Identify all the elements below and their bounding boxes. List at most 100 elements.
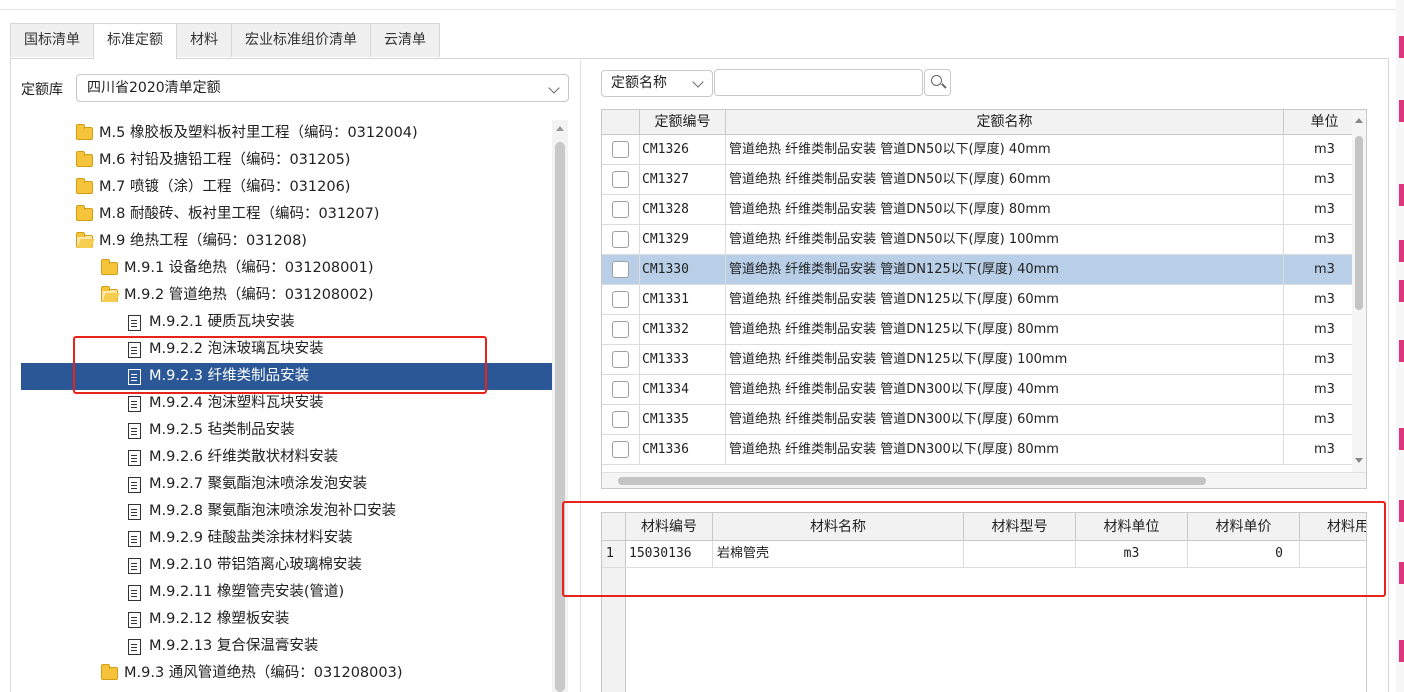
quota-unit: m3	[1314, 232, 1335, 247]
table-row[interactable]: CM1331 管道绝热 纤维类制品安装 管道DN125以下(厚度) 60mm m…	[602, 285, 1352, 315]
tree-item[interactable]: M.9.2.6 纤维类散状材料安装	[127, 444, 546, 471]
quota-library-select[interactable]: 四川省2020清单定额	[76, 74, 569, 102]
tree-item[interactable]: M.9.2.11 橡塑管壳安装(管道)	[127, 579, 546, 606]
tree-item[interactable]: M.9.1 设备绝热（编码：031208001)	[101, 255, 546, 282]
tab-national-list[interactable]: 国标清单	[10, 23, 94, 57]
window-top-strip	[0, 0, 1396, 10]
quota-code: CM1336	[640, 435, 726, 464]
quota-name: 管道绝热 纤维类制品安装 管道DN300以下(厚度) 60mm	[726, 405, 1284, 434]
table-row[interactable]: CM1336 管道绝热 纤维类制品安装 管道DN300以下(厚度) 80mm m…	[602, 435, 1352, 465]
tree-item[interactable]: M.6 衬铅及搪铅工程（编码：031205)	[76, 147, 546, 174]
tab-bar: 国标清单 标准定额 材料 宏业标准组价清单 云清单	[10, 23, 440, 59]
quota-code: CM1335	[640, 405, 726, 434]
pane-divider[interactable]	[580, 60, 581, 692]
tree-item[interactable]: M.9.2.7 聚氨酯泡沫喷涂发泡安装	[127, 471, 546, 498]
edge-marker	[1399, 500, 1404, 522]
document-icon	[128, 585, 141, 601]
folder-icon	[101, 664, 118, 680]
scroll-up-arrow-icon[interactable]	[556, 126, 564, 131]
document-icon	[128, 558, 141, 574]
document-icon	[128, 612, 141, 628]
quota-name: 管道绝热 纤维类制品安装 管道DN125以下(厚度) 80mm	[726, 315, 1284, 344]
scroll-up-arrow-icon[interactable]	[1355, 118, 1363, 123]
folder-icon	[76, 151, 93, 167]
folder-open-icon	[76, 232, 93, 248]
right-edge-strip	[1396, 0, 1404, 692]
tree-item[interactable]: M.9.3 通风管道绝热（编码：031208003)	[101, 660, 546, 687]
edge-marker	[1399, 184, 1404, 206]
quota-table-vscroll-thumb[interactable]	[1355, 136, 1363, 310]
quota-library-value: 四川省2020清单定额	[87, 80, 221, 96]
quota-code: CM1331	[640, 285, 726, 314]
tree-item[interactable]: M.9.2.1 硬质瓦块安装	[127, 309, 546, 336]
tree-item[interactable]: M.8 耐酸砖、板衬里工程（编码：031207)	[76, 201, 546, 228]
tree-item[interactable]: M.9.2.13 复合保温膏安装	[127, 633, 546, 660]
tree-item[interactable]: M.9 绝热工程（编码：031208)	[76, 228, 546, 255]
folder-icon	[76, 205, 93, 221]
chevron-down-icon	[548, 82, 560, 94]
quota-unit: m3	[1314, 382, 1335, 397]
table-row[interactable]: CM1334 管道绝热 纤维类制品安装 管道DN300以下(厚度) 40mm m…	[602, 375, 1352, 405]
document-icon	[128, 423, 141, 439]
quota-unit: m3	[1314, 262, 1335, 277]
search-input[interactable]	[714, 69, 923, 96]
quota-unit: m3	[1314, 172, 1335, 187]
document-icon	[128, 639, 141, 655]
tab-standard-quota[interactable]: 标准定额	[93, 23, 177, 59]
tree-item[interactable]: M.9.2.12 橡塑板安装	[127, 606, 546, 633]
quota-code: CM1328	[640, 195, 726, 224]
edge-marker	[1399, 340, 1404, 362]
table-row[interactable]: CM1326 管道绝热 纤维类制品安装 管道DN50以下(厚度) 40mm m3	[602, 135, 1352, 165]
tree-item[interactable]: M.9.2.5 毡类制品安装	[127, 417, 546, 444]
edge-marker	[1399, 100, 1404, 122]
edge-marker	[1399, 640, 1404, 662]
table-row-selected[interactable]: CM1330 管道绝热 纤维类制品安装 管道DN125以下(厚度) 40mm m…	[602, 255, 1352, 285]
table-row[interactable]: CM1329 管道绝热 纤维类制品安装 管道DN50以下(厚度) 100mm m…	[602, 225, 1352, 255]
quota-table-vscrollbar[interactable]	[1352, 110, 1366, 472]
column-header-name[interactable]: 定额名称	[726, 110, 1284, 135]
folder-icon	[76, 124, 93, 140]
quota-library-label: 定额库	[21, 82, 63, 98]
tab-hongye-standard-list[interactable]: 宏业标准组价清单	[231, 23, 371, 57]
tree-item[interactable]: M.9.2 管道绝热（编码：031208002)	[101, 282, 546, 309]
table-row[interactable]: CM1332 管道绝热 纤维类制品安装 管道DN125以下(厚度) 80mm m…	[602, 315, 1352, 345]
edge-marker	[1399, 240, 1404, 262]
quota-table-hscroll-thumb[interactable]	[618, 477, 1206, 485]
tree-item[interactable]: M.9.2.4 泡沫塑料瓦块安装	[127, 390, 546, 417]
table-row[interactable]: CM1328 管道绝热 纤维类制品安装 管道DN50以下(厚度) 80mm m3	[602, 195, 1352, 225]
quota-name: 管道绝热 纤维类制品安装 管道DN125以下(厚度) 60mm	[726, 285, 1284, 314]
tree-scrollbar[interactable]	[552, 120, 568, 692]
edge-marker	[1399, 562, 1404, 584]
document-icon	[128, 477, 141, 493]
search-icon[interactable]	[924, 69, 951, 96]
column-header-code[interactable]: 定额编号	[640, 110, 726, 135]
quota-name: 管道绝热 纤维类制品安装 管道DN125以下(厚度) 40mm	[726, 255, 1284, 284]
tree-scrollbar-thumb[interactable]	[555, 142, 565, 692]
scroll-down-arrow-icon[interactable]	[1355, 458, 1363, 463]
quota-code: CM1334	[640, 375, 726, 404]
annotation-highlight-box	[73, 336, 487, 394]
tree-item[interactable]: M.5 橡胶板及塑料板衬里工程（编码：0312004)	[76, 120, 546, 147]
search-field-select[interactable]: 定额名称	[601, 70, 713, 97]
quota-unit: m3	[1314, 322, 1335, 337]
tree-item[interactable]: M.7 喷镀（涂）工程（编码：031206)	[76, 174, 546, 201]
quota-unit: m3	[1314, 142, 1335, 157]
quota-table-hscrollbar[interactable]	[602, 472, 1366, 488]
quota-name: 管道绝热 纤维类制品安装 管道DN50以下(厚度) 80mm	[726, 195, 1284, 224]
tab-materials[interactable]: 材料	[176, 23, 232, 57]
tree-item[interactable]: M.9.2.8 聚氨酯泡沫喷涂发泡补口安装	[127, 498, 546, 525]
table-row[interactable]: CM1333 管道绝热 纤维类制品安装 管道DN125以下(厚度) 100mm …	[602, 345, 1352, 375]
tree-item[interactable]: M.9.2.9 硅酸盐类涂抹材料安装	[127, 525, 546, 552]
table-row[interactable]: CM1327 管道绝热 纤维类制品安装 管道DN50以下(厚度) 60mm m3	[602, 165, 1352, 195]
quota-name: 管道绝热 纤维类制品安装 管道DN50以下(厚度) 100mm	[726, 225, 1284, 254]
tree-item[interactable]: M.9.2.10 带铝箔离心玻璃棉安装	[127, 552, 546, 579]
quota-code: CM1330	[640, 255, 726, 284]
edge-marker	[1399, 36, 1404, 58]
quota-name: 管道绝热 纤维类制品安装 管道DN125以下(厚度) 100mm	[726, 345, 1284, 374]
tab-cloud-list[interactable]: 云清单	[370, 23, 440, 57]
quota-unit: m3	[1314, 352, 1335, 367]
quota-unit: m3	[1314, 412, 1335, 427]
quota-name: 管道绝热 纤维类制品安装 管道DN50以下(厚度) 40mm	[726, 135, 1284, 164]
table-row[interactable]: CM1335 管道绝热 纤维类制品安装 管道DN300以下(厚度) 60mm m…	[602, 405, 1352, 435]
quota-unit: m3	[1314, 292, 1335, 307]
